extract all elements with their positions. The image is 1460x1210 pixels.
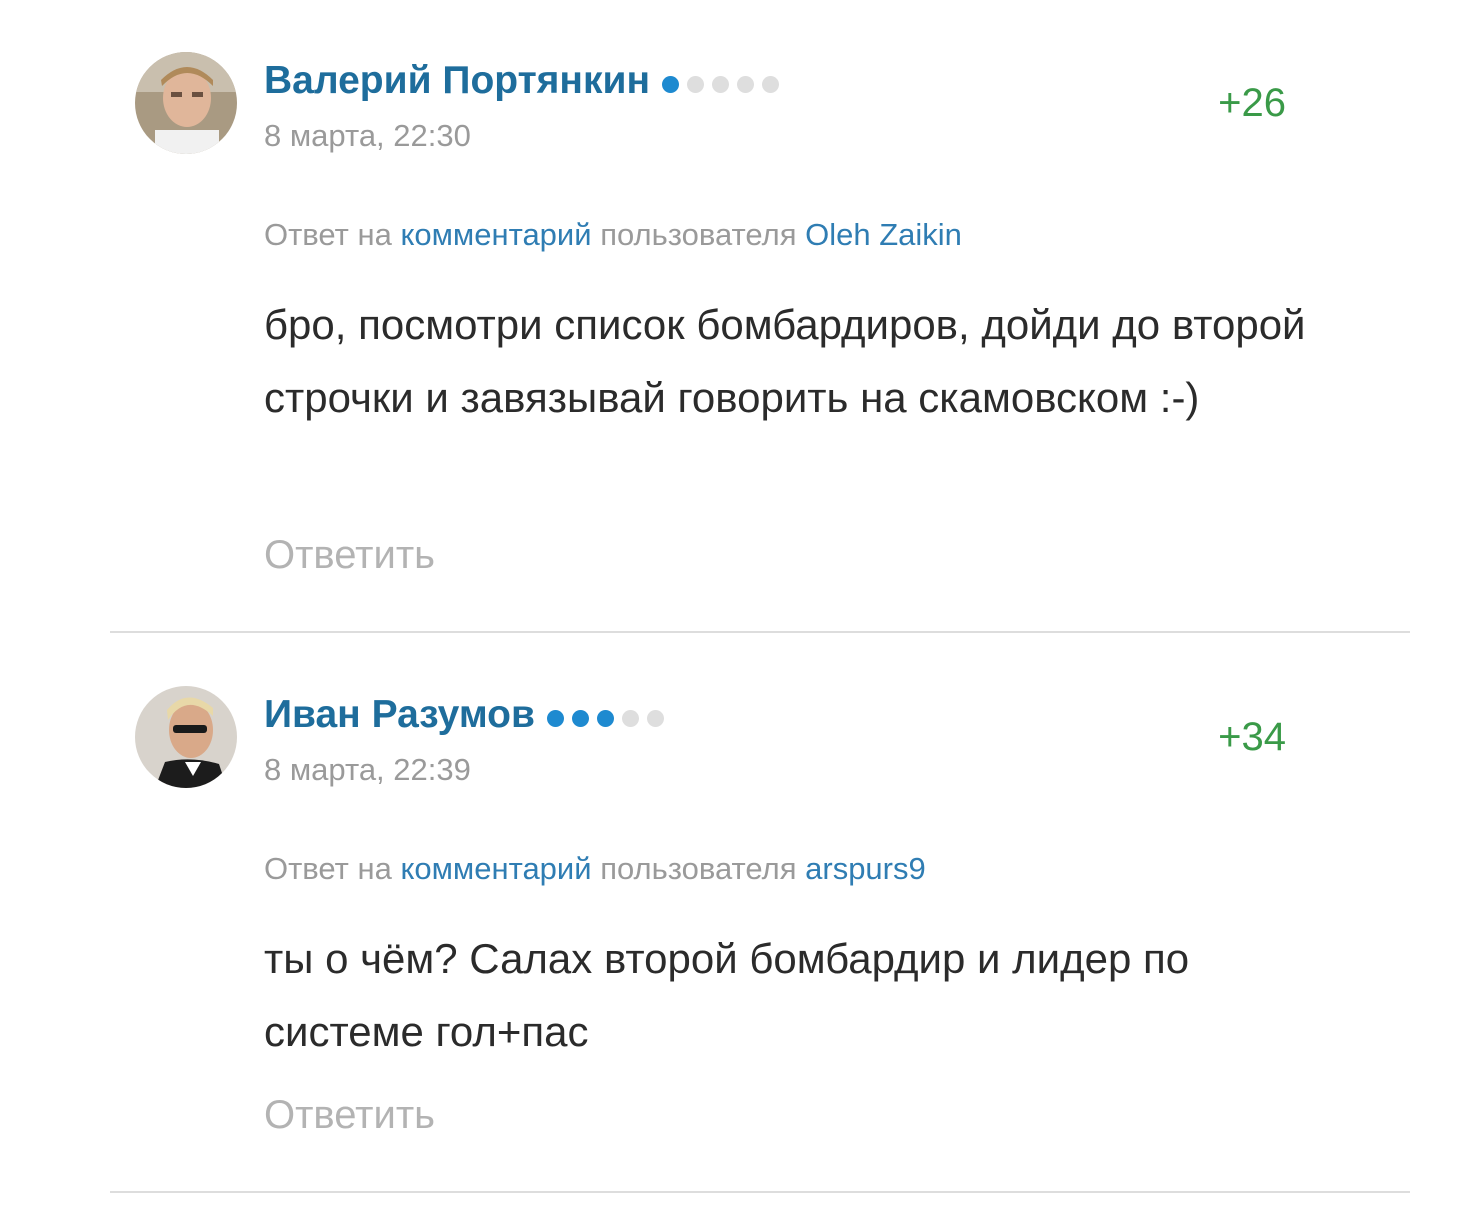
reply-middle: пользователя xyxy=(600,217,797,252)
comment-author[interactable]: Валерий Портянкин xyxy=(264,58,787,104)
comment-rating[interactable]: +34 xyxy=(1218,714,1286,760)
user-avatar[interactable] xyxy=(135,686,237,788)
comment-date: 8 марта, 22:39 xyxy=(264,752,471,787)
author-name[interactable]: Валерий Портянкин xyxy=(264,59,650,102)
comment-rating[interactable]: +26 xyxy=(1218,80,1286,126)
comment-date: 8 марта, 22:30 xyxy=(264,118,471,153)
user-avatar[interactable] xyxy=(135,52,237,154)
parent-user-link[interactable]: Oleh Zaikin xyxy=(805,217,962,252)
comment-text: бро, посмотри список бомбардиров, дойди … xyxy=(264,301,1306,421)
reply-button[interactable]: Ответить xyxy=(264,532,435,578)
parent-user-link[interactable]: arspurs9 xyxy=(805,851,926,886)
comment-text: ты о чём? Салах второй бомбардир и лидер… xyxy=(264,935,1190,1055)
comment-author[interactable]: Иван Разумов xyxy=(264,692,672,738)
comment-divider xyxy=(110,1191,1410,1193)
comment-divider xyxy=(110,631,1410,633)
reply-prefix: Ответ на xyxy=(264,851,392,886)
reply-button[interactable]: Ответить xyxy=(264,1092,435,1138)
reply-middle: пользователя xyxy=(600,851,797,886)
parent-comment-link[interactable]: комментарий xyxy=(400,217,591,252)
reply-prefix: Ответ на xyxy=(264,217,392,252)
author-name[interactable]: Иван Разумов xyxy=(264,693,535,736)
user-rank-dots xyxy=(546,692,672,738)
user-rank-dots xyxy=(662,58,787,104)
reply-context: Ответ на комментарий пользователя Oleh Z… xyxy=(264,217,962,253)
parent-comment-link[interactable]: комментарий xyxy=(400,851,591,886)
reply-context: Ответ на комментарий пользователя arspur… xyxy=(264,851,926,887)
